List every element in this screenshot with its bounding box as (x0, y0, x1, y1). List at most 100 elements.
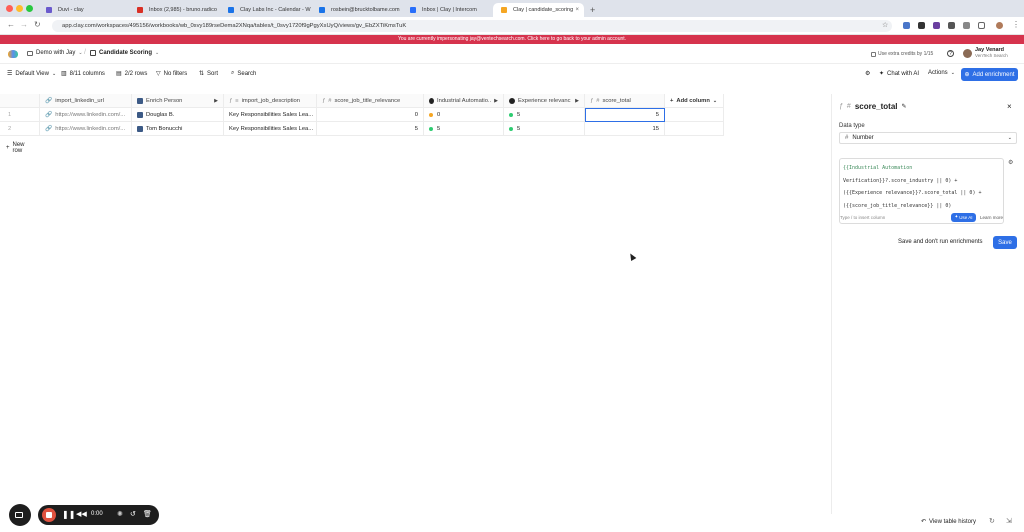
table-cell[interactable]: 0 (317, 108, 424, 122)
table-cell[interactable]: 🔗 https://www.linkedin.com/... (40, 108, 132, 122)
formula-settings-icon[interactable]: ⚙ (1008, 159, 1013, 166)
table-cell[interactable]: 5 (504, 122, 585, 136)
browser-tab[interactable]: Inbox (2,985) - bruno.radico (129, 3, 220, 17)
camera-toggle[interactable] (9, 504, 31, 526)
table-cell[interactable]: Tom Bonucchi (132, 122, 224, 136)
column-header[interactable]: Industrial Automatio.. ▶ (424, 94, 504, 108)
extension-icon[interactable] (948, 22, 955, 29)
column-header[interactable]: Enrich Person ▶ (132, 94, 224, 108)
table-name: Candidate Scoring (99, 50, 153, 56)
browser-tab[interactable]: Inbox | Clay | Intercom (402, 3, 493, 17)
view-selector[interactable]: ☰ Default View ⌄ (7, 70, 56, 78)
row-index[interactable]: 2 (0, 122, 40, 136)
edit-pencil-icon[interactable]: ✎ (902, 103, 907, 110)
formula-line: Verification}}?.score_industry || 0) + (843, 177, 958, 184)
select-all-checkbox[interactable] (0, 94, 40, 108)
new-tab-button[interactable]: + (584, 3, 601, 17)
spotlight-icon[interactable]: ✺ (117, 510, 123, 518)
reload-icon[interactable]: ↻ (34, 20, 41, 29)
table-cell[interactable]: Key Responsibilities Sales Lea... (224, 122, 317, 136)
play-icon[interactable]: ▶ (214, 98, 218, 104)
column-header[interactable]: ƒ # score_job_title_relevance (317, 94, 424, 108)
formula-footer: Type / to insert column ✦ Use AI Learn mo… (840, 212, 1003, 222)
table-cell-empty[interactable] (665, 122, 724, 136)
bookmark-star-icon[interactable]: ☆ (882, 21, 888, 29)
sidebar-icon[interactable] (978, 22, 985, 29)
help-icon[interactable]: ? (947, 50, 954, 57)
table-selector[interactable]: Candidate Scoring ⌄ (90, 50, 159, 56)
browser-menu-icon[interactable]: ⋮ (1012, 20, 1020, 29)
save-no-run-button[interactable]: Save and don't run enrichments (898, 239, 983, 245)
puzzle-icon[interactable] (963, 22, 970, 29)
table-cell[interactable]: 0 (424, 108, 504, 122)
add-enrichment-button[interactable]: ⊕ Add enrichment (961, 68, 1018, 81)
url-field[interactable]: app.clay.com/workspaces/495156/workbooks… (52, 20, 892, 32)
column-header[interactable]: ƒ # score_total (585, 94, 665, 108)
column-header[interactable]: 🔗 import_linkedin_url (40, 94, 132, 108)
extension-icon[interactable] (918, 22, 925, 29)
add-enrichment-label: Add enrichment (972, 71, 1015, 78)
browser-tab-active[interactable]: Clay | candidate_scoring × (493, 3, 584, 17)
impersonation-banner[interactable]: You are currently impersonating jay@vent… (0, 35, 1024, 44)
trash-icon[interactable]: 🗑 (143, 510, 152, 518)
search-button[interactable]: ⌕ Search (231, 70, 256, 77)
filters-button[interactable]: ▽ No filters (156, 70, 187, 78)
table-cell[interactable]: 5 (504, 108, 585, 122)
window-zoom-dot[interactable] (26, 5, 33, 12)
formula-hint: Type / to insert column (840, 214, 886, 220)
add-column-button[interactable]: + Add column ⌄ (665, 94, 724, 108)
collapse-icon[interactable]: ⇲ (1006, 517, 1012, 525)
play-icon[interactable]: ▶ (575, 98, 579, 104)
sort-button[interactable]: ⇅ Sort (199, 70, 218, 78)
rewind-icon[interactable]: ◀◀ (76, 510, 87, 518)
clay-logo-icon[interactable] (8, 50, 18, 58)
workspace-selector[interactable]: Demo with Jay ⌄ (27, 50, 83, 56)
tab-favicon-icon (228, 7, 234, 13)
user-avatar[interactable] (963, 49, 972, 58)
refresh-icon[interactable]: ↻ (989, 517, 995, 525)
use-ai-button[interactable]: ✦ Use AI (950, 212, 976, 222)
table-cell[interactable]: 5 (424, 122, 504, 136)
stop-recording-button[interactable] (42, 508, 56, 522)
actions-menu[interactable]: Actions ⌄ (928, 70, 955, 76)
window-minimize-dot[interactable] (16, 5, 23, 12)
forward-icon[interactable]: → (20, 20, 28, 29)
status-dot (429, 112, 433, 117)
browser-tab[interactable]: rosbein@brucktolbame.com (311, 3, 402, 17)
table-cell[interactable]: 🔗 https://www.linkedin.com/... (40, 122, 132, 136)
settings-gear-icon[interactable]: ⚙ (865, 70, 870, 77)
close-tab-icon[interactable]: × (575, 7, 579, 13)
table-cell[interactable]: 15 (585, 122, 665, 136)
user-info[interactable]: Jay Venard VenTech Search (975, 47, 1008, 59)
pause-icon[interactable]: ❚❚ (62, 510, 75, 519)
rows-button[interactable]: ▤ 2/2 rows (116, 70, 147, 78)
experience-value: 5 (517, 125, 521, 132)
new-row-button[interactable]: + New row (6, 142, 25, 154)
profile-avatar[interactable] (996, 22, 1003, 29)
column-header[interactable]: ƒ ≡ import_job_description (224, 94, 317, 108)
table-history-button[interactable]: ↶ View table history (921, 518, 976, 526)
data-type-select[interactable]: # Number ⌄ (839, 132, 1017, 144)
table-cell-empty[interactable] (665, 108, 724, 122)
window-close-dot[interactable] (6, 5, 13, 12)
back-icon[interactable]: ← (7, 20, 15, 29)
extension-icon[interactable] (933, 22, 940, 29)
columns-button[interactable]: ▥ 8/11 columns (61, 70, 105, 78)
restart-icon[interactable]: ↺ (130, 510, 136, 518)
play-icon[interactable]: ▶ (494, 98, 498, 104)
extension-icon[interactable] (903, 22, 910, 29)
table-cell-selected[interactable]: 5 (585, 108, 665, 122)
browser-tab[interactable]: Clay Labs Inc - Calendar - W (220, 3, 311, 17)
column-header[interactable]: Experience relevanc ▶ (504, 94, 585, 108)
learn-more-link[interactable]: Learn more (980, 215, 1003, 220)
chat-ai-button[interactable]: ✦ Chat with AI (879, 70, 919, 78)
browser-tab[interactable]: Duvi - clay (38, 3, 129, 17)
credits-notice[interactable]: Use extra credits by 1/15 (871, 51, 933, 57)
row-index[interactable]: 1 (0, 108, 40, 122)
table-cell[interactable]: 5 (317, 122, 424, 136)
save-button[interactable]: Save (993, 236, 1017, 249)
table-cell[interactable]: Key Responsibilities Sales Lea... (224, 108, 317, 122)
close-icon[interactable]: × (1007, 102, 1012, 111)
table-cell[interactable]: Douglas B. (132, 108, 224, 122)
user-org: VenTech Search (975, 53, 1008, 58)
